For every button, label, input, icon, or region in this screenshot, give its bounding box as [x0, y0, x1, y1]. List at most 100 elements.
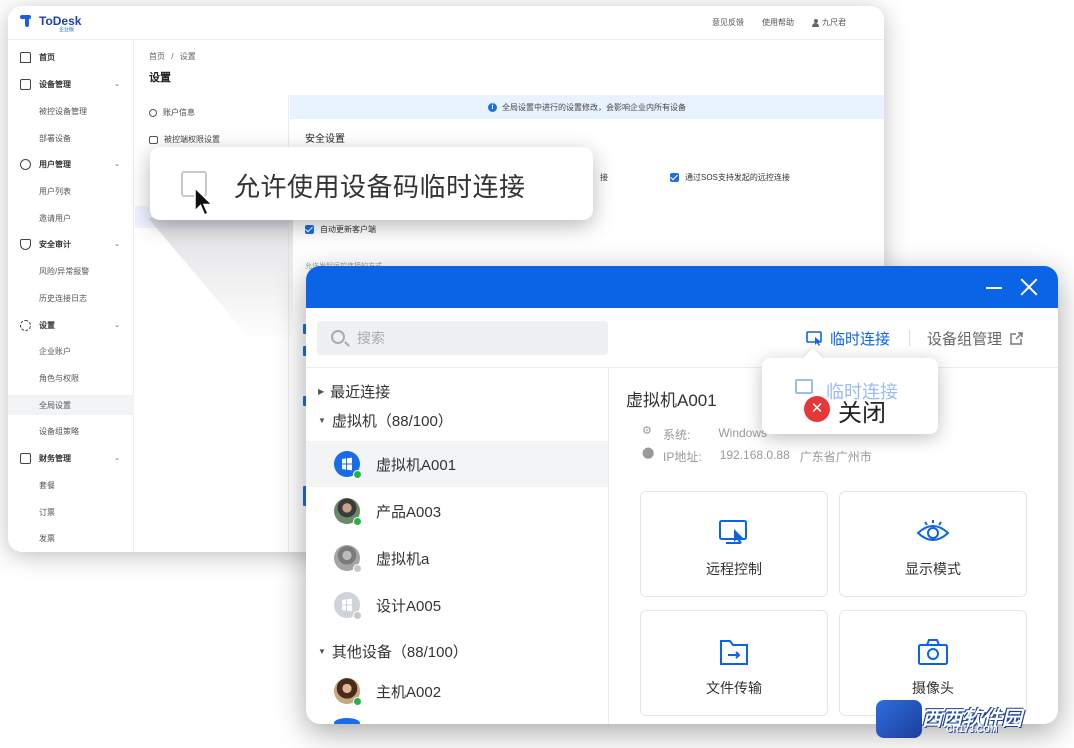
sidebar-item-label: 企业账户 — [39, 346, 71, 356]
device-name: 设计A005 — [376, 597, 442, 615]
ip-location: 广东省广州市 — [799, 450, 872, 464]
sidebar-item-user-management[interactable]: 用户管理 ⌄ — [8, 154, 134, 174]
chip-icon: ⚙ — [642, 425, 652, 437]
tab-temp-connection[interactable]: 临时连接 — [806, 328, 890, 349]
folder-transfer-icon — [720, 640, 748, 665]
online-status-dot — [353, 470, 362, 479]
gear-icon — [20, 319, 31, 331]
sidebar-item-label: 设备组策略 — [39, 426, 79, 436]
monitor-cursor-icon — [806, 331, 822, 346]
sidebar-item-label: 用户管理 — [39, 159, 71, 169]
device-name: 主机A002 — [376, 683, 442, 701]
device-row[interactable]: 虚拟机A001 — [306, 441, 608, 487]
group-other-devices[interactable]: ▼ 其他设备（88/100） — [318, 641, 468, 662]
card-label: 远程控制 — [706, 561, 762, 577]
security-settings-title: 安全设置 — [305, 134, 345, 145]
user-menu[interactable]: 九尺君 — [812, 17, 846, 28]
home-icon — [20, 51, 31, 63]
feedback-link[interactable]: 意见反馈 — [712, 17, 744, 28]
option-auto-update[interactable]: 自动更新客户端 — [305, 224, 376, 235]
close-icon[interactable] — [1020, 278, 1038, 296]
sidebar-item-global-settings[interactable]: 全局设置 — [8, 395, 134, 415]
device-row[interactable]: 设计A005 — [306, 582, 608, 628]
close-option[interactable]: 关闭 — [838, 393, 886, 428]
subnav-item-account[interactable]: 账户信息 — [149, 107, 195, 118]
device-name: 虚拟机A001 — [376, 456, 457, 474]
tab-label: 设备组管理 — [927, 331, 1003, 348]
notice-text: 全局设置中进行的设置修改，会影响企业内所有设备 — [502, 102, 686, 112]
checkbox-checked-icon[interactable] — [305, 225, 314, 234]
todesk-client-window: 临时连接 设备组管理 ▶ 最近连接 ▼ 虚拟机（88/100） 虚拟机A001 — [306, 266, 1058, 724]
search-input[interactable] — [357, 321, 597, 355]
client-titlebar — [306, 266, 1058, 308]
close-temp-connection-popover: 临时连接 ✕ 关闭 — [762, 358, 938, 434]
file-transfer-button[interactable]: 文件传输 — [640, 610, 828, 716]
ip-value: 192.168.0.88 — [719, 448, 790, 462]
sidebar-item-invite-users[interactable]: 邀请用户 — [8, 208, 134, 228]
sidebar-item-home[interactable]: 首页 — [8, 47, 134, 67]
ip-info: ⬤ IP地址: 192.168.0.88 广东省广州市 — [642, 448, 872, 465]
device-detail-title: 虚拟机A001 — [626, 391, 717, 410]
device-row[interactable]: 虚拟机a — [306, 535, 608, 581]
device-row[interactable]: 主机A002 — [306, 668, 608, 714]
info-icon: i — [488, 102, 497, 112]
sidebar-item-group-policy[interactable]: 设备组策略 — [8, 421, 134, 441]
chevron-down-icon: ⌄ — [114, 81, 120, 88]
callout-zoom-checkbox: 允许使用设备码临时连接 — [150, 147, 593, 220]
location-pin-icon: ⬤ — [642, 447, 655, 459]
sidebar-item-label: 被控设备管理 — [39, 106, 87, 116]
sidebar-item-roles[interactable]: 角色与权限 — [8, 368, 134, 388]
sidebar-item-label: 套餐 — [39, 480, 55, 490]
sidebar-item-label: 首页 — [39, 52, 55, 62]
sidebar-item-label: 发票 — [39, 533, 55, 543]
close-circle-icon[interactable]: ✕ — [804, 396, 830, 422]
group-recent[interactable]: ▶ 最近连接 — [318, 381, 390, 402]
remote-control-button[interactable]: 远程控制 — [640, 491, 828, 597]
sidebar-item-controlled-devices[interactable]: 被控设备管理 — [8, 101, 134, 121]
callout-label: 允许使用设备码临时连接 — [234, 172, 526, 202]
watermark-logo-icon — [876, 700, 922, 738]
subnav-item-controlled-permissions[interactable]: 被控端权限设置 — [149, 134, 220, 145]
checkbox-checked-icon[interactable] — [670, 173, 679, 182]
display-mode-button[interactable]: 显示模式 — [839, 491, 1027, 597]
tab-label: 临时连接 — [830, 331, 891, 348]
sidebar-item-orders[interactable]: 订票 — [8, 502, 134, 522]
device-row[interactable]: 产品A003 — [306, 488, 608, 534]
sidebar-item-label: 部署设备 — [39, 133, 71, 143]
help-link[interactable]: 使用帮助 — [762, 17, 794, 28]
caret-right-icon: ▶ — [318, 387, 325, 396]
minimize-icon[interactable] — [986, 287, 1002, 289]
breadcrumb-home[interactable]: 首页 — [149, 52, 165, 61]
global-settings-notice: i 全局设置中进行的设置修改，会影响企业内所有设备 — [290, 95, 884, 119]
top-links: 意见反馈 使用帮助 九尺君 — [712, 17, 846, 28]
tab-divider — [909, 330, 910, 346]
sidebar-item-device-management[interactable]: 设备管理 ⌄ — [8, 74, 134, 94]
todesk-logo-icon — [20, 14, 36, 28]
search-icon — [331, 330, 345, 344]
system-info: ⚙ 系统: Windows — [642, 426, 767, 443]
user-name: 九尺君 — [822, 18, 846, 27]
sidebar-item-connection-log[interactable]: 历史连接日志 — [8, 288, 134, 308]
user-icon — [812, 18, 819, 27]
user-circle-icon — [20, 158, 31, 170]
option-partial-label: 接 — [600, 173, 608, 182]
tab-device-group-management[interactable]: 设备组管理 — [927, 328, 1024, 349]
divider — [608, 367, 609, 724]
sidebar-item-settings[interactable]: 设置 ⌄ — [8, 315, 134, 335]
eye-icon — [916, 520, 950, 541]
monitor-icon — [20, 78, 31, 90]
sidebar-item-invoices[interactable]: 发票 — [8, 528, 134, 548]
sidebar-item-security-audit[interactable]: 安全审计 ⌄ — [8, 234, 134, 254]
ledger-icon — [20, 452, 31, 464]
sidebar-item-plans[interactable]: 套餐 — [8, 475, 134, 495]
sidebar-item-enterprise-account[interactable]: 企业账户 — [8, 341, 134, 361]
chevron-down-icon: ⌄ — [114, 241, 120, 248]
sidebar-item-user-list[interactable]: 用户列表 — [8, 181, 134, 201]
group-virtual-machines[interactable]: ▼ 虚拟机（88/100） — [318, 410, 453, 431]
monitor-icon — [795, 379, 813, 394]
option-sos-connection[interactable]: 通过SOS支持发起的远控连接 — [670, 172, 790, 183]
person-icon — [149, 108, 157, 117]
sidebar-item-deploy-devices[interactable]: 部署设备 — [8, 128, 134, 148]
sidebar-item-finance[interactable]: 财务管理 ⌄ — [8, 448, 134, 468]
sidebar-item-risk-alerts[interactable]: 风险/异常报警 — [8, 261, 134, 281]
